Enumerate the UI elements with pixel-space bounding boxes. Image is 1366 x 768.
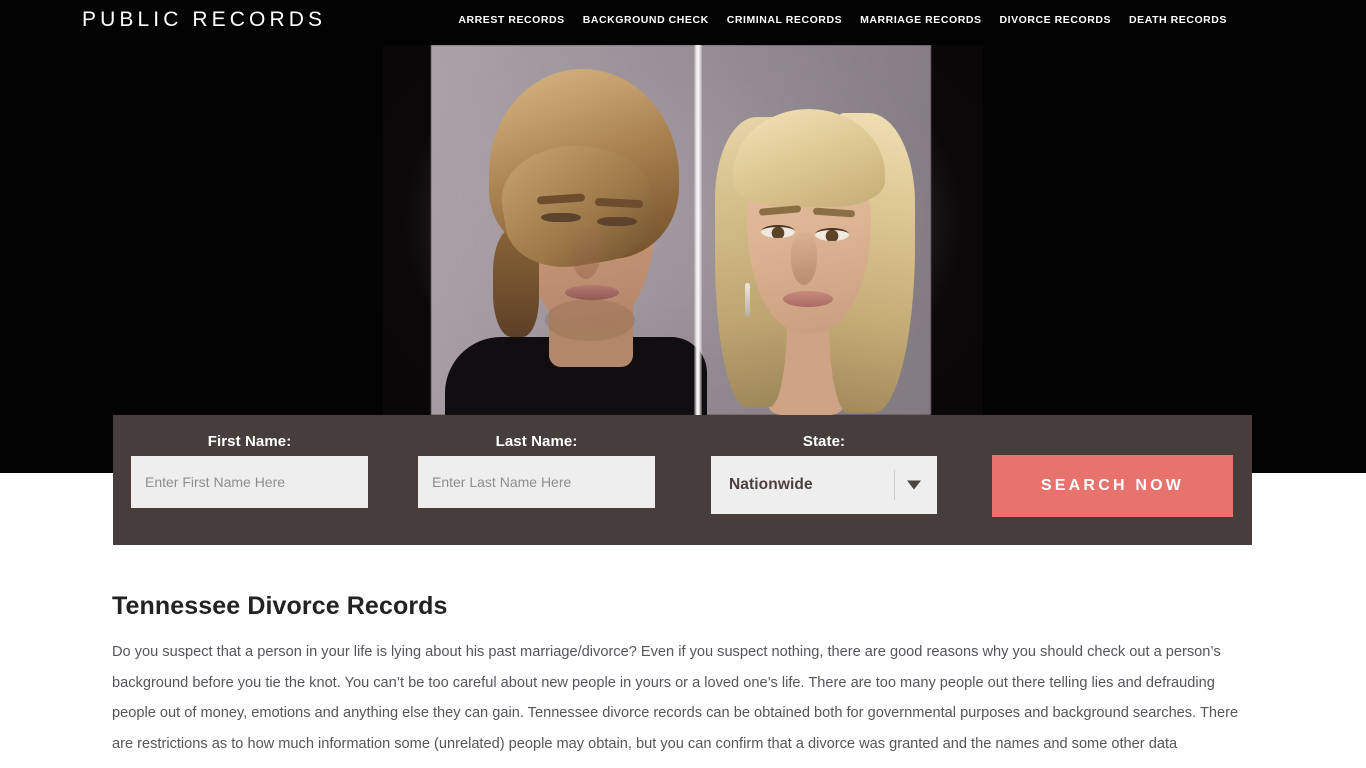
search-form-panel: First Name: Last Name: State: Nationwide… xyxy=(113,415,1252,545)
man-eye-right xyxy=(597,217,637,226)
state-select-value: Nationwide xyxy=(729,476,813,493)
nav-item-death-records[interactable]: DEATH RECORDS xyxy=(1120,14,1236,26)
woman-mouth xyxy=(783,291,833,307)
nav-item-criminal-records[interactable]: CRIMINAL RECORDS xyxy=(718,14,851,26)
man-nose xyxy=(571,221,601,279)
state-label: State: xyxy=(802,433,846,450)
state-select-separator xyxy=(894,470,895,500)
hero-photo-man xyxy=(445,59,707,415)
woman-nose xyxy=(791,233,817,285)
last-name-label: Last Name: xyxy=(495,433,578,450)
state-select[interactable]: Nationwide xyxy=(711,456,937,514)
first-name-input[interactable] xyxy=(131,456,368,508)
first-name-field-group: First Name: xyxy=(131,433,368,508)
site-logo[interactable]: PUBLIC RECORDS xyxy=(82,8,326,32)
hero-photo xyxy=(383,45,983,415)
page-title: Tennessee Divorce Records xyxy=(112,592,448,620)
nav-item-background-check[interactable]: BACKGROUND CHECK xyxy=(574,14,718,26)
nav-item-arrest-records[interactable]: ARREST RECORDS xyxy=(449,14,573,26)
nav-item-marriage-records[interactable]: MARRIAGE RECORDS xyxy=(851,14,990,26)
hero-section xyxy=(0,0,1366,473)
woman-earring xyxy=(745,283,750,317)
state-field-group: State: Nationwide xyxy=(711,433,937,514)
man-chin xyxy=(545,299,635,341)
hero-photo-woman xyxy=(709,95,923,415)
woman-eye-left xyxy=(761,225,795,238)
hero-photo-divider xyxy=(694,45,702,415)
article-body: Do you suspect that a person in your lif… xyxy=(112,644,1239,752)
last-name-field-group: Last Name: xyxy=(418,433,655,508)
last-name-input[interactable] xyxy=(418,456,655,508)
article-section: Tennessee Divorce Records Do you suspect… xyxy=(112,592,1255,759)
page-root: PUBLIC RECORDS ARREST RECORDS BACKGROUND… xyxy=(0,0,1366,768)
top-navigation-bar: PUBLIC RECORDS ARREST RECORDS BACKGROUND… xyxy=(0,0,1366,44)
man-mouth xyxy=(565,285,619,300)
main-nav: ARREST RECORDS BACKGROUND CHECK CRIMINAL… xyxy=(449,14,1236,26)
woman-eye-right xyxy=(815,228,849,241)
nav-item-divorce-records[interactable]: DIVORCE RECORDS xyxy=(991,14,1121,26)
man-eye-left xyxy=(541,213,581,222)
chevron-down-icon xyxy=(907,480,921,490)
first-name-label: First Name: xyxy=(207,433,292,450)
search-now-button[interactable]: SEARCH NOW xyxy=(992,455,1233,517)
